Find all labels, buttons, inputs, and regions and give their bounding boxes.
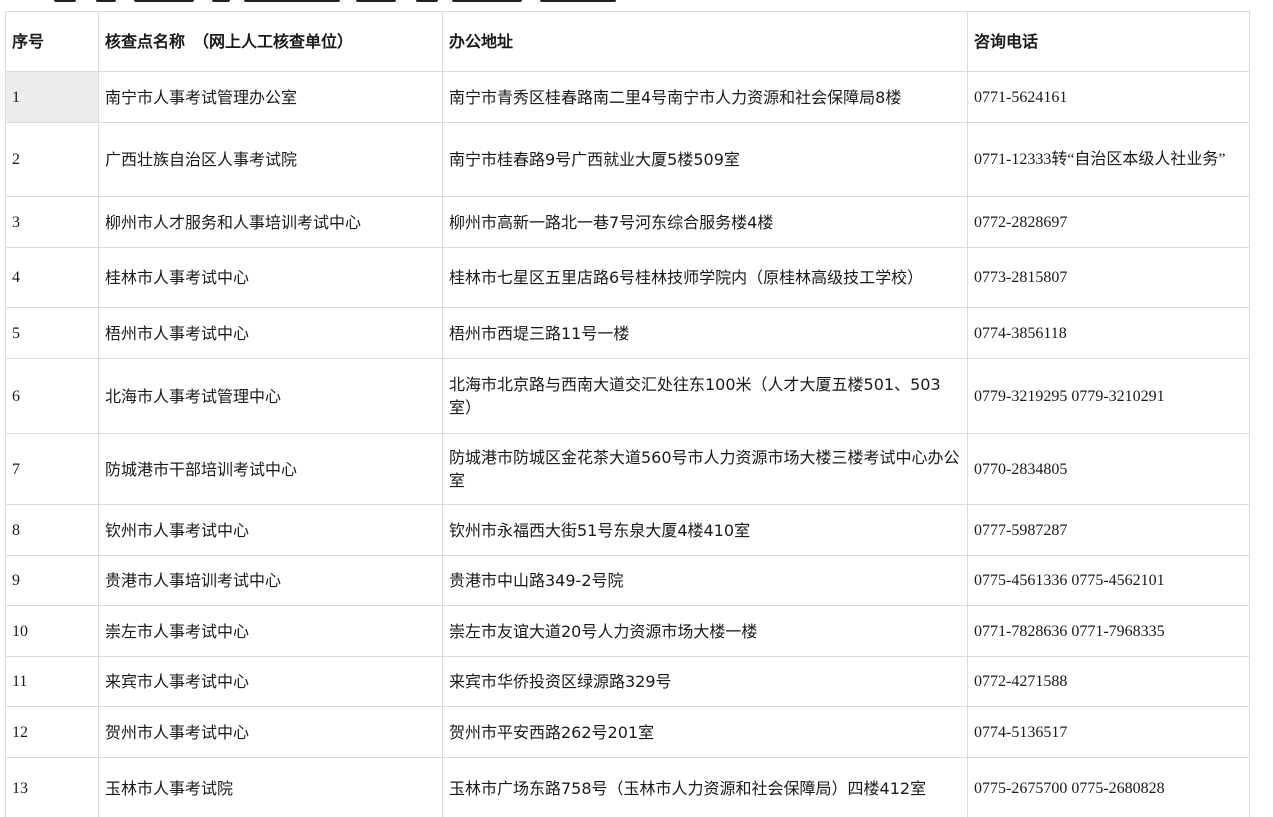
row-phone: 0771-12333转“自治区本级人社业务” xyxy=(967,122,1250,197)
row-phone: 0775-4561336 0775-4562101 xyxy=(967,555,1250,606)
row-seq: 4 xyxy=(5,247,99,308)
row-name: 崇左市人事考试中心 xyxy=(98,605,443,657)
row-phone: 0773-2815807 xyxy=(967,247,1250,308)
row-phone: 0772-2828697 xyxy=(967,196,1250,248)
row-seq: 13 xyxy=(5,757,99,817)
header-phone: 咨询电话 xyxy=(967,11,1250,72)
table-row: 2 广西壮族自治区人事考试院 南宁市桂春路9号广西就业大厦5楼509室 0771… xyxy=(5,122,1250,197)
table-row: 6 北海市人事考试管理中心 北海市北京路与西南大道交汇处往东100米（人才大厦五… xyxy=(5,358,1250,434)
row-name: 来宾市人事考试中心 xyxy=(98,656,443,707)
row-seq: 10 xyxy=(5,605,99,657)
row-seq: 8 xyxy=(5,504,99,556)
row-name: 广西壮族自治区人事考试院 xyxy=(98,122,443,197)
row-phone: 0770-2834805 xyxy=(967,433,1250,505)
row-phone: 0772-4271588 xyxy=(967,656,1250,707)
row-phone: 0774-5136517 xyxy=(967,706,1250,758)
row-phone: 0777-5987287 xyxy=(967,504,1250,556)
row-seq: 12 xyxy=(5,706,99,758)
row-phone: 0775-2675700 0775-2680828 xyxy=(967,757,1250,817)
row-address: 桂林市七星区五里店路6号桂林技师学院内（原桂林高级技工学校） xyxy=(442,247,968,308)
row-name: 贺州市人事考试中心 xyxy=(98,706,443,758)
row-seq: 9 xyxy=(5,555,99,606)
row-name: 钦州市人事考试中心 xyxy=(98,504,443,556)
table-row: 3 柳州市人才服务和人事培训考试中心 柳州市高新一路北一巷7号河东综合服务楼4楼… xyxy=(5,196,1250,248)
row-seq: 7 xyxy=(5,433,99,505)
row-name: 贵港市人事培训考试中心 xyxy=(98,555,443,606)
cropped-heading-fragment xyxy=(0,0,700,4)
header-name: 核查点名称 （网上人工核查单位） xyxy=(98,11,443,72)
row-address: 北海市北京路与西南大道交汇处往东100米（人才大厦五楼501、503室） xyxy=(442,358,968,434)
row-phone: 0774-3856118 xyxy=(967,307,1250,359)
row-phone: 0771-7828636 0771-7968335 xyxy=(967,605,1250,657)
table-row: 13 玉林市人事考试院 玉林市广场东路758号（玉林市人力资源和社会保障局）四楼… xyxy=(5,757,1250,817)
row-phone: 0779-3219295 0779-3210291 xyxy=(967,358,1250,434)
row-name: 防城港市干部培训考试中心 xyxy=(98,433,443,505)
table-row: 12 贺州市人事考试中心 贺州市平安西路262号201室 0774-513651… xyxy=(5,706,1250,758)
row-address: 来宾市华侨投资区绿源路329号 xyxy=(442,656,968,707)
table-row: 11 来宾市人事考试中心 来宾市华侨投资区绿源路329号 0772-427158… xyxy=(5,656,1250,707)
row-address: 梧州市西堤三路11号一楼 xyxy=(442,307,968,359)
header-address: 办公地址 xyxy=(442,11,968,72)
row-address: 玉林市广场东路758号（玉林市人力资源和社会保障局）四楼412室 xyxy=(442,757,968,817)
row-name: 玉林市人事考试院 xyxy=(98,757,443,817)
row-seq: 1 xyxy=(5,71,99,123)
row-seq: 5 xyxy=(5,307,99,359)
table-header-row: 序号 核查点名称 （网上人工核查单位） 办公地址 咨询电话 xyxy=(5,11,1250,72)
row-name: 柳州市人才服务和人事培训考试中心 xyxy=(98,196,443,248)
row-address: 南宁市青秀区桂春路南二里4号南宁市人力资源和社会保障局8楼 xyxy=(442,71,968,123)
row-seq: 3 xyxy=(5,196,99,248)
table-row: 1 南宁市人事考试管理办公室 南宁市青秀区桂春路南二里4号南宁市人力资源和社会保… xyxy=(5,71,1250,123)
row-name: 南宁市人事考试管理办公室 xyxy=(98,71,443,123)
table-row: 7 防城港市干部培训考试中心 防城港市防城区金花茶大道560号市人力资源市场大楼… xyxy=(5,433,1250,505)
header-seq: 序号 xyxy=(5,11,99,72)
table-row: 8 钦州市人事考试中心 钦州市永福西大街51号东泉大厦4楼410室 0777-5… xyxy=(5,504,1250,556)
table-row: 4 桂林市人事考试中心 桂林市七星区五里店路6号桂林技师学院内（原桂林高级技工学… xyxy=(5,247,1250,308)
row-address: 崇左市友谊大道20号人力资源市场大楼一楼 xyxy=(442,605,968,657)
exam-check-points-table: 序号 核查点名称 （网上人工核查单位） 办公地址 咨询电话 1 南宁市人事考试管… xyxy=(5,11,1250,817)
row-address: 柳州市高新一路北一巷7号河东综合服务楼4楼 xyxy=(442,196,968,248)
row-address: 南宁市桂春路9号广西就业大厦5楼509室 xyxy=(442,122,968,197)
row-seq: 11 xyxy=(5,656,99,707)
row-name: 梧州市人事考试中心 xyxy=(98,307,443,359)
row-seq: 6 xyxy=(5,358,99,434)
row-name: 桂林市人事考试中心 xyxy=(98,247,443,308)
table-row: 9 贵港市人事培训考试中心 贵港市中山路349-2号院 0775-4561336… xyxy=(5,555,1250,606)
table-row: 10 崇左市人事考试中心 崇左市友谊大道20号人力资源市场大楼一楼 0771-7… xyxy=(5,605,1250,657)
row-address: 贺州市平安西路262号201室 xyxy=(442,706,968,758)
row-seq: 2 xyxy=(5,122,99,197)
row-address: 防城港市防城区金花茶大道560号市人力资源市场大楼三楼考试中心办公室 xyxy=(442,433,968,505)
row-address: 贵港市中山路349-2号院 xyxy=(442,555,968,606)
row-address: 钦州市永福西大街51号东泉大厦4楼410室 xyxy=(442,504,968,556)
row-name: 北海市人事考试管理中心 xyxy=(98,358,443,434)
table-row: 5 梧州市人事考试中心 梧州市西堤三路11号一楼 0774-3856118 xyxy=(5,307,1250,359)
page-scrollbar[interactable] xyxy=(1255,0,1273,817)
row-phone: 0771-5624161 xyxy=(967,71,1250,123)
